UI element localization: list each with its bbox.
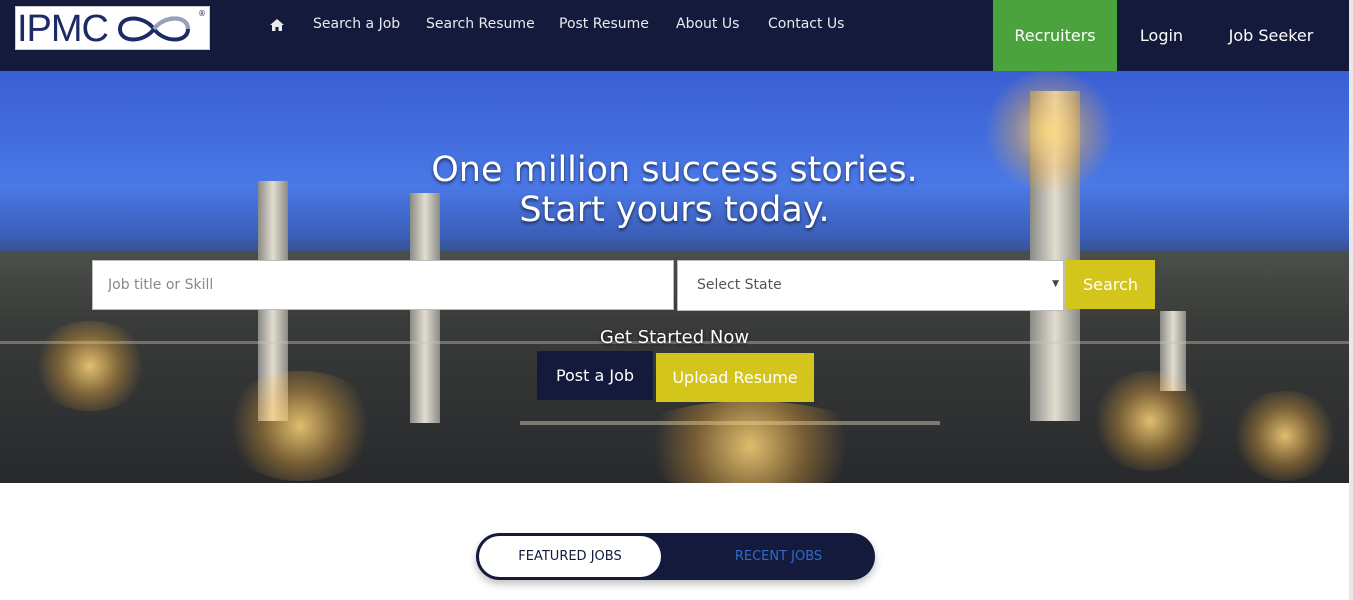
state-select-value: Select State bbox=[697, 277, 782, 293]
tab-recent-jobs[interactable]: RECENT JOBS bbox=[676, 536, 881, 577]
nav-search-a-job[interactable]: Search a Job bbox=[313, 16, 400, 36]
hero-headline-line1: One million success stories. bbox=[431, 150, 918, 190]
nav-contact-us[interactable]: Contact Us bbox=[768, 16, 844, 36]
state-select[interactable]: Select State ▼ bbox=[677, 260, 1064, 311]
light-glow bbox=[220, 371, 380, 481]
nav-post-resume[interactable]: Post Resume bbox=[559, 16, 649, 36]
hero-banner: One million success stories. Start yours… bbox=[0, 71, 1349, 483]
get-started-text: Get Started Now bbox=[599, 327, 750, 348]
search-button[interactable]: Search bbox=[1066, 260, 1155, 309]
post-job-button[interactable]: Post a Job bbox=[537, 351, 653, 400]
light-glow bbox=[1230, 391, 1340, 481]
logo-text: IPMC bbox=[17, 8, 109, 50]
ipmc-logo[interactable]: IPMC ® bbox=[15, 6, 210, 50]
dropdown-caret-icon: ▼ bbox=[1052, 279, 1059, 289]
page-scrollbar[interactable] bbox=[1349, 0, 1353, 600]
light-glow bbox=[620, 401, 880, 483]
recruiters-button[interactable]: Recruiters bbox=[993, 0, 1117, 71]
login-button[interactable]: Login bbox=[1117, 0, 1206, 71]
nav-search-resume[interactable]: Search Resume bbox=[426, 16, 535, 36]
jobs-tab-switcher: FEATURED JOBS RECENT JOBS bbox=[476, 533, 875, 580]
light-glow bbox=[1090, 371, 1210, 471]
home-icon[interactable] bbox=[270, 19, 284, 31]
infinity-logo-icon bbox=[117, 16, 191, 42]
hero-headline: One million success stories. Start yours… bbox=[0, 150, 1349, 230]
job-search-input[interactable] bbox=[92, 260, 674, 310]
job-seeker-button[interactable]: Job Seeker bbox=[1206, 0, 1336, 71]
top-header: IPMC ® Search a Job Search Resume Post R… bbox=[0, 0, 1353, 71]
hero-headline-line2: Start yours today. bbox=[519, 190, 830, 230]
upload-resume-button[interactable]: Upload Resume bbox=[656, 353, 814, 402]
nav-about-us[interactable]: About Us bbox=[676, 16, 739, 36]
tab-featured-jobs[interactable]: FEATURED JOBS bbox=[479, 536, 661, 577]
registered-mark: ® bbox=[198, 9, 206, 18]
